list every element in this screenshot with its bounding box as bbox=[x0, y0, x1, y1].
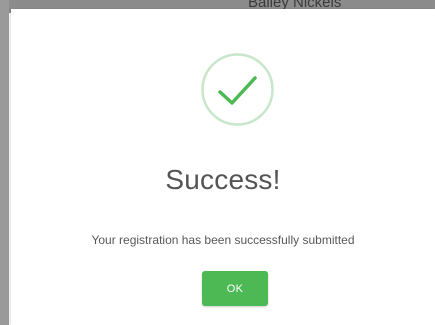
ok-button[interactable]: OK bbox=[202, 271, 268, 306]
checkmark-circle-icon bbox=[200, 52, 275, 127]
success-dialog: Success! Your registration has been succ… bbox=[11, 9, 435, 325]
dialog-title: Success! bbox=[165, 164, 281, 195]
backdrop-left-band bbox=[0, 0, 9, 325]
dialog-message: Your registration has been successfully … bbox=[91, 233, 355, 247]
